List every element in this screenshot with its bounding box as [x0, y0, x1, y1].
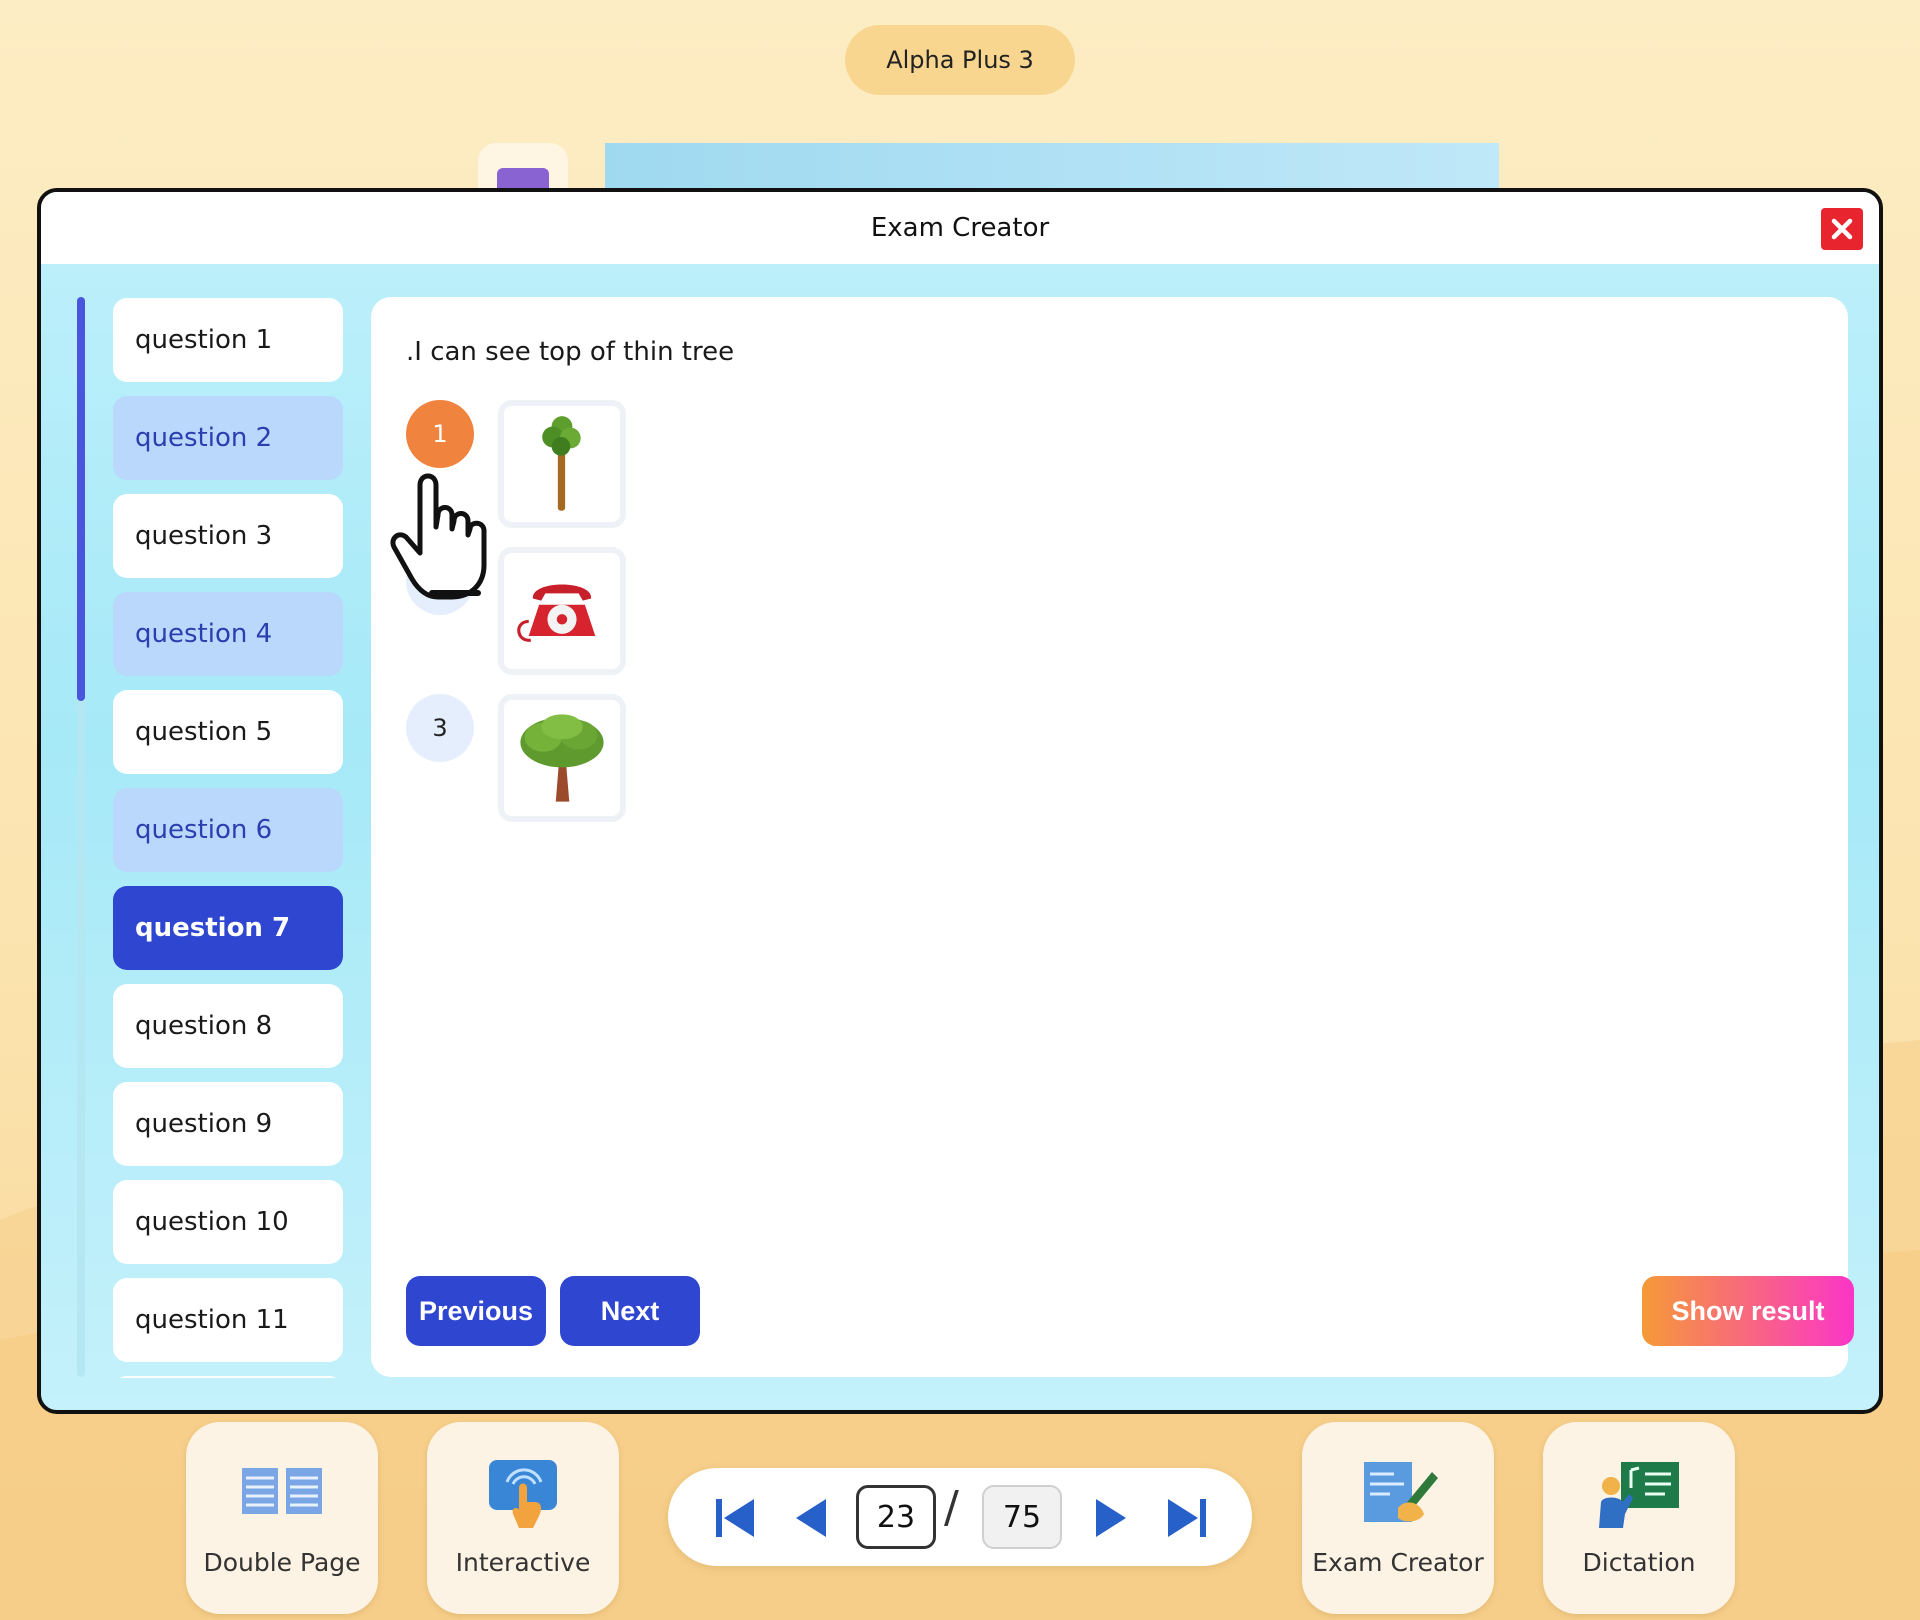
telephone-icon: [517, 584, 596, 642]
page-separator: /: [944, 1482, 959, 1533]
show-result-button[interactable]: Show result: [1642, 1276, 1854, 1346]
close-button[interactable]: [1821, 208, 1863, 250]
exam-creator-icon: [1364, 1462, 1438, 1522]
option-number-button[interactable]: 3: [406, 694, 474, 762]
question-item-active[interactable]: question 7: [113, 886, 343, 970]
dictation-icon: [1599, 1462, 1679, 1528]
option-image-card[interactable]: [498, 694, 626, 822]
total-pages: 75: [982, 1485, 1062, 1549]
question-item[interactable]: question 2: [113, 396, 343, 480]
question-list-scroll-thumb[interactable]: [77, 297, 85, 701]
previous-button[interactable]: Previous: [406, 1276, 546, 1346]
interactive-button[interactable]: Interactive: [427, 1422, 619, 1614]
question-item-partial[interactable]: [113, 1376, 343, 1378]
question-panel: .I can see top of thin tree 1 2 3 Previo…: [371, 297, 1854, 1377]
question-item[interactable]: question 11: [113, 1278, 343, 1362]
question-item[interactable]: question 5: [113, 690, 343, 774]
exam-creator-button[interactable]: Exam Creator: [1302, 1422, 1494, 1614]
double-page-icon: [242, 1468, 322, 1514]
interactive-label: Interactive: [455, 1548, 591, 1577]
question-item[interactable]: question 3: [113, 494, 343, 578]
touch-screen-icon: [489, 1460, 557, 1528]
broad-tree-icon: [520, 714, 604, 802]
modal-title: Exam Creator: [870, 213, 1050, 243]
question-item[interactable]: question 1: [113, 298, 343, 382]
modal-header: Exam Creator: [41, 192, 1879, 264]
question-item[interactable]: question 6: [113, 788, 343, 872]
answer-option: 2: [406, 547, 636, 677]
double-page-button[interactable]: Double Page: [186, 1422, 378, 1614]
thin-tree-icon: [542, 416, 581, 511]
last-page-icon[interactable]: [1164, 1495, 1210, 1541]
close-icon: [1831, 218, 1853, 240]
book-title-pill: Alpha Plus 3: [845, 25, 1075, 95]
exam-creator-label: Exam Creator: [1312, 1548, 1484, 1577]
question-item[interactable]: question 8: [113, 984, 343, 1068]
answer-option: 3: [406, 694, 636, 824]
book-title: Alpha Plus 3: [886, 46, 1034, 74]
dictation-button[interactable]: Dictation: [1543, 1422, 1735, 1614]
next-button[interactable]: Next: [560, 1276, 700, 1346]
question-item[interactable]: question 4: [113, 592, 343, 676]
option-number-button[interactable]: 2: [406, 547, 474, 615]
next-page-icon[interactable]: [1088, 1495, 1134, 1541]
dictation-label: Dictation: [1582, 1548, 1696, 1577]
current-page-input[interactable]: 23: [856, 1485, 936, 1549]
option-image-card[interactable]: [498, 547, 626, 675]
option-image-card[interactable]: [498, 400, 626, 528]
background-page-banner: [605, 143, 1499, 193]
question-item[interactable]: question 9: [113, 1082, 343, 1166]
previous-page-icon[interactable]: [788, 1495, 834, 1541]
double-page-label: Double Page: [203, 1548, 361, 1577]
answer-option: 1: [406, 400, 636, 530]
option-number-button[interactable]: 1: [406, 400, 474, 468]
page-navigator: 23 / 75: [668, 1468, 1252, 1566]
question-list: question 1 question 2 question 3 questio…: [113, 298, 345, 1378]
exam-creator-modal: Exam Creator question 1 question 2 quest…: [37, 188, 1883, 1414]
question-item[interactable]: question 10: [113, 1180, 343, 1264]
question-prompt: .I can see top of thin tree: [406, 337, 735, 367]
first-page-icon[interactable]: [712, 1495, 758, 1541]
